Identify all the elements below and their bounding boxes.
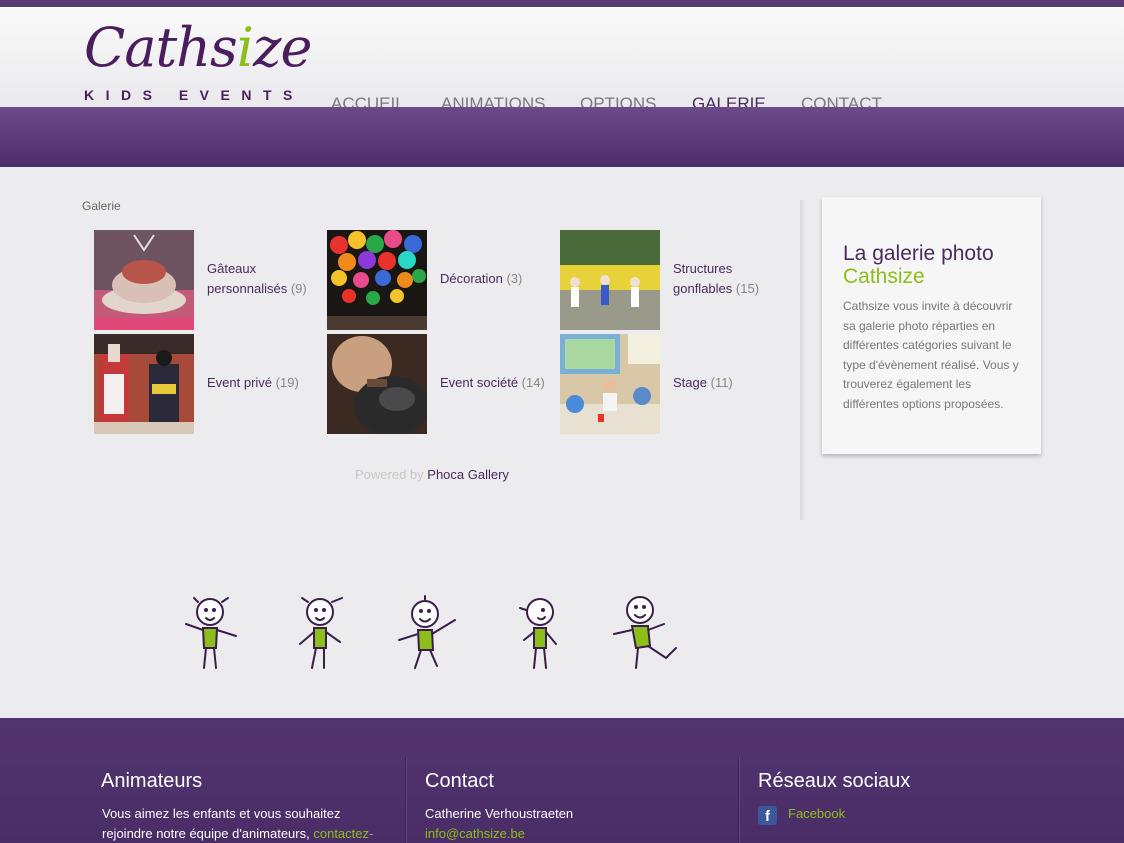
content-divider	[800, 200, 806, 520]
phoca-gallery-link[interactable]: Phoca Gallery	[427, 467, 509, 482]
gallery-item[interactable]: Event privé (19)	[94, 334, 314, 434]
footer-divider	[405, 758, 406, 843]
facebook-link[interactable]: Facebook	[788, 806, 845, 821]
thumbnail-image[interactable]	[327, 230, 427, 330]
footer-social-title: Réseaux sociaux	[758, 770, 911, 792]
logo[interactable]: Cathsize KIDS EVENTS	[84, 17, 312, 104]
footer-contact-title: Contact	[425, 770, 494, 792]
category-link[interactable]: Event privé (19)	[207, 373, 322, 393]
facebook-icon[interactable]: f	[758, 806, 777, 825]
email-link[interactable]: info@cathsize.be	[425, 826, 525, 841]
category-link[interactable]: Décoration (3)	[440, 269, 555, 289]
category-link[interactable]: Stage (11)	[673, 373, 788, 393]
logo-tagline: KIDS EVENTS	[84, 87, 304, 103]
sidebar-text: Cathsize vous invite à découvrir sa gale…	[843, 299, 1019, 411]
category-link[interactable]: Event société (14)	[440, 373, 555, 393]
sidebar-title: La galerie photo Cathsize	[843, 242, 994, 288]
thumbnail-image[interactable]	[327, 334, 427, 434]
header: Cathsize KIDS EVENTS	[0, 7, 1124, 107]
thumbnail-image[interactable]	[94, 334, 194, 434]
gallery-item[interactable]: Gâteaux personnalisés (9)	[94, 230, 314, 330]
logo-name: Cathsize	[84, 16, 312, 79]
footer-animateurs-title: Animateurs	[101, 770, 203, 792]
footer-divider	[738, 758, 739, 843]
powered-by: Powered by Phoca Gallery	[355, 467, 509, 482]
gallery-item[interactable]: Event société (14)	[327, 334, 547, 434]
footer-animateurs-text: Vous aimez les enfants et vous souhaitez…	[102, 806, 374, 841]
gallery-item[interactable]: Structures gonflables (15)	[560, 230, 780, 330]
thumbnail-image[interactable]	[560, 334, 660, 434]
thumbnail-image[interactable]	[560, 230, 660, 330]
contact-link[interactable]: contactez-	[313, 826, 373, 841]
header-band	[0, 107, 1124, 167]
sidebar-box: La galerie photo Cathsize Cathsize vous i…	[822, 197, 1041, 454]
kids-illustration	[180, 590, 700, 685]
gallery-item[interactable]: Stage (11)	[560, 334, 780, 434]
top-stripe	[0, 0, 1124, 7]
category-link[interactable]: Structures gonflables (15)	[673, 259, 788, 299]
category-link[interactable]: Gâteaux personnalisés (9)	[207, 259, 322, 299]
breadcrumb: Galerie	[82, 199, 121, 213]
gallery-item[interactable]: Décoration (3)	[327, 230, 547, 330]
footer-contact-info: Catherine Verhoustraeten info@cathsize.be	[425, 806, 574, 841]
thumbnail-image[interactable]	[94, 230, 194, 330]
